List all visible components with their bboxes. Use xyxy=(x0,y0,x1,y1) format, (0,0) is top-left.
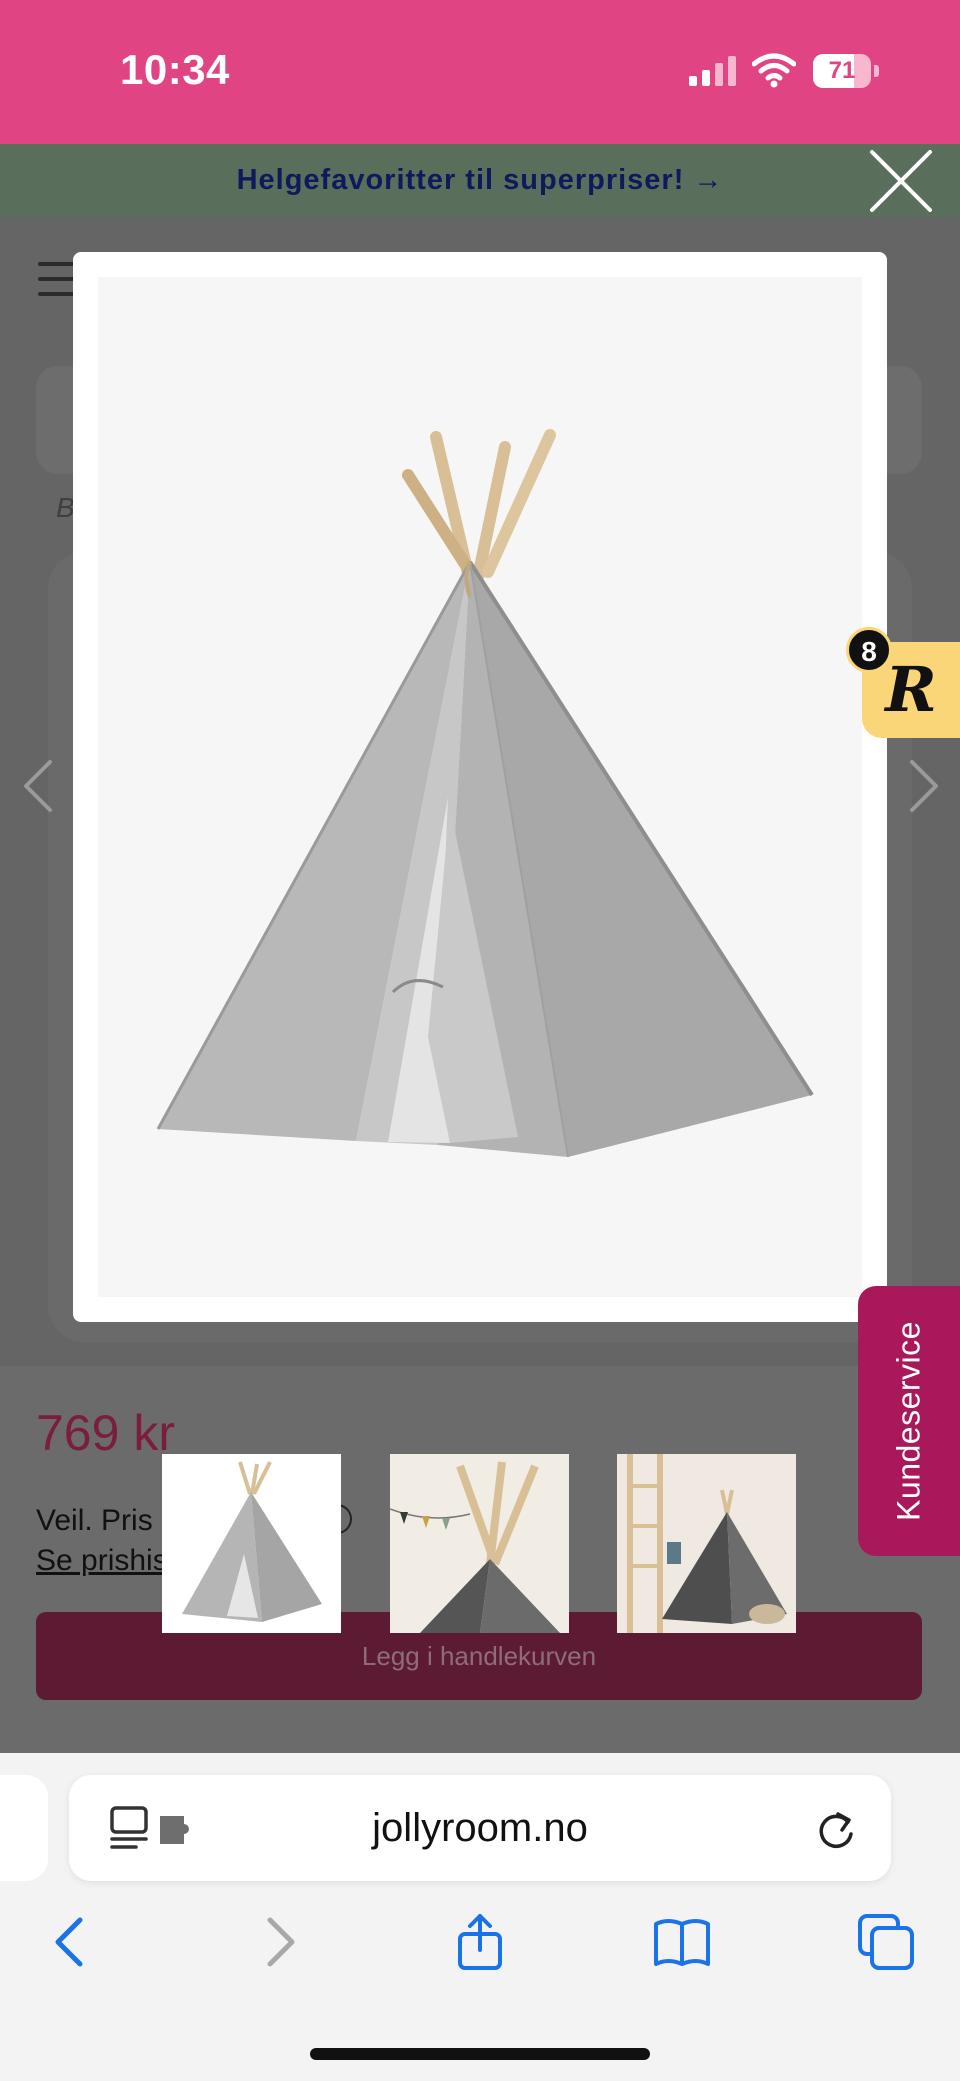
status-time: 10:34 xyxy=(120,46,230,93)
home-indicator xyxy=(310,2048,650,2060)
chevron-left-icon[interactable] xyxy=(18,758,58,814)
thumbnail-1[interactable] xyxy=(162,1454,341,1633)
url-display[interactable]: jollyroom.no xyxy=(300,1803,660,1853)
share-icon[interactable] xyxy=(450,1912,510,1972)
thumbnail-2[interactable] xyxy=(390,1454,569,1633)
price-history-link[interactable]: Se prishis xyxy=(36,1544,168,1578)
thumbnail-image xyxy=(182,1461,322,1622)
chevron-right-icon[interactable] xyxy=(904,758,944,814)
promo-banner[interactable]: Helgefavoritter til superpriser! → xyxy=(0,144,960,217)
signal-icon xyxy=(689,56,736,86)
reviews-count-badge: 8 xyxy=(846,627,892,673)
teepee-illustration xyxy=(156,429,814,1158)
battery-level: 71 xyxy=(828,57,856,84)
reload-icon[interactable] xyxy=(814,1808,858,1852)
close-icon[interactable] xyxy=(866,146,936,216)
battery-icon: 71 xyxy=(813,54,879,88)
status-bar: 10:34 71 xyxy=(0,0,960,144)
thumbnail-image xyxy=(627,1454,787,1633)
customer-service-label: Kundeservice xyxy=(890,1321,927,1521)
bookmarks-icon[interactable] xyxy=(652,1912,712,1972)
menu-icon[interactable] xyxy=(38,262,78,296)
recommended-price: Veil. Pris xyxy=(36,1504,153,1537)
customer-service-button[interactable]: Kundeservice xyxy=(858,1286,960,1556)
previous-tab-preview[interactable] xyxy=(0,1775,48,1881)
tabs-icon[interactable] xyxy=(856,1912,916,1972)
reader-icon[interactable] xyxy=(110,1806,200,1850)
thumbnail-image xyxy=(390,1461,560,1633)
extension-icon xyxy=(160,1816,189,1844)
back-icon[interactable] xyxy=(42,1912,102,1972)
image-lightbox xyxy=(73,252,887,1322)
product-image xyxy=(98,277,862,1297)
thumbnail-3[interactable] xyxy=(617,1454,796,1633)
wifi-icon xyxy=(752,53,796,88)
promo-text[interactable]: Helgefavoritter til superpriser! → xyxy=(0,144,960,217)
forward-icon[interactable] xyxy=(248,1912,308,1972)
product-price: 769 kr xyxy=(36,1405,175,1461)
breadcrumb: B xyxy=(56,492,75,523)
